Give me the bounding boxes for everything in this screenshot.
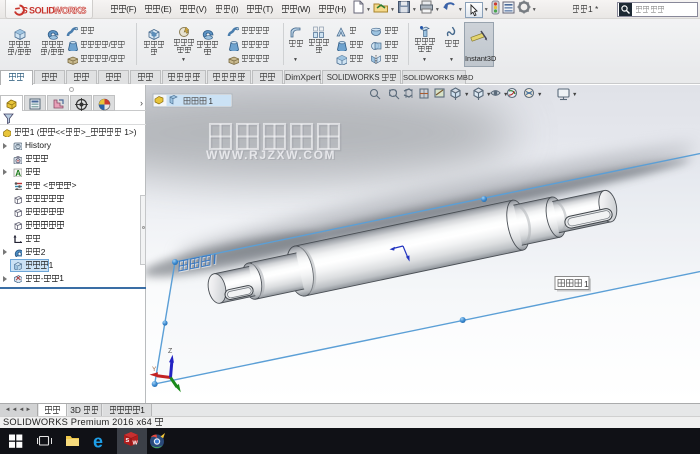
svg-text:1: 1	[209, 97, 214, 106]
svg-text:1: 1	[584, 279, 589, 289]
svg-text:A: A	[15, 169, 21, 177]
svg-text:Y: Y	[152, 366, 157, 373]
svg-text:▼: ▼	[486, 92, 491, 98]
svg-text:WWW.RJZXW.COM: WWW.RJZXW.COM	[206, 148, 336, 162]
svg-text:▼: ▼	[537, 92, 542, 98]
svg-text:▼: ▼	[503, 92, 508, 98]
svg-text:WORKS: WORKS	[54, 6, 87, 16]
svg-text:S: S	[126, 438, 130, 444]
svg-text:Z: Z	[168, 348, 173, 355]
svg-text:SOLID: SOLID	[29, 6, 55, 16]
svg-text:▼: ▼	[464, 92, 469, 98]
svg-text:e: e	[93, 432, 103, 452]
svg-text:S: S	[22, 6, 29, 17]
svg-text:▼: ▼	[572, 92, 577, 98]
svg-text:W: W	[133, 441, 139, 447]
